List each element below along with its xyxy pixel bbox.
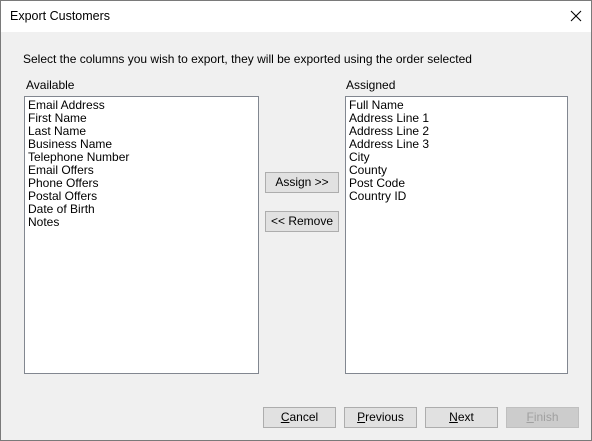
cancel-label-rest: ancel	[289, 410, 319, 424]
close-button[interactable]	[561, 1, 591, 32]
previous-mnemonic: P	[357, 410, 366, 424]
available-list-item[interactable]: Notes	[28, 216, 258, 229]
available-label: Available	[26, 78, 75, 92]
available-list-item[interactable]: Date of Birth	[28, 203, 258, 216]
previous-button[interactable]: Previous	[344, 407, 417, 428]
title-bar: Export Customers	[1, 1, 591, 32]
next-mnemonic: N	[449, 410, 458, 424]
assigned-listbox[interactable]: Full Name Address Line 1 Address Line 2 Add…	[345, 96, 568, 374]
export-customers-dialog: Export Customers Select the columns you …	[0, 0, 592, 441]
previous-label-rest: revious	[365, 410, 404, 424]
assign-button[interactable]: Assign >>	[265, 172, 339, 193]
cancel-button[interactable]: Cancel	[263, 407, 336, 428]
window-title: Export Customers	[10, 9, 111, 23]
close-icon	[570, 10, 582, 22]
assigned-list-item[interactable]: Address Line 3	[349, 138, 567, 151]
next-button[interactable]: Next	[425, 407, 498, 428]
finish-label-rest: inish	[533, 410, 559, 424]
finish-mnemonic: F	[526, 410, 534, 424]
finish-button: Finish	[506, 407, 579, 428]
available-listbox[interactable]: Email Address First Name Last Name Business…	[24, 96, 259, 374]
assigned-list-item[interactable]: Country ID	[349, 190, 567, 203]
assigned-label: Assigned	[346, 78, 396, 92]
next-label-rest: ext	[457, 410, 474, 424]
remove-button[interactable]: << Remove	[265, 211, 339, 232]
instructions-text: Select the columns you wish to export, t…	[23, 52, 472, 66]
